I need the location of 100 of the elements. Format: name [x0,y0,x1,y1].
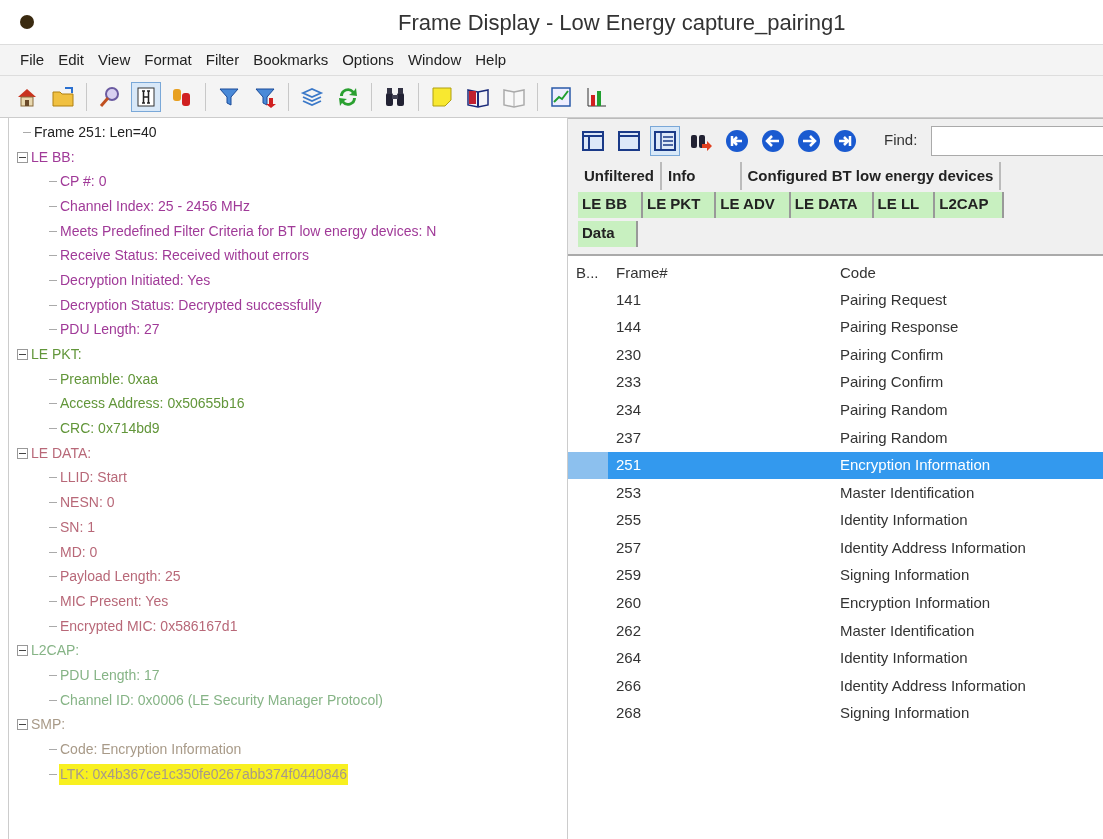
menu-item[interactable]: Filter [205,48,240,72]
protocol-tab[interactable]: LE PKT [643,191,717,218]
filter-tab[interactable]: Configured BT low energy devices [741,162,1002,190]
table-row[interactable]: 262 Master Identification [568,617,1103,645]
table-row[interactable]: 237 Pairing Random [568,423,1103,452]
tree-item[interactable]: LE BB: [30,146,76,168]
table-row[interactable]: 266 Identity Address Information [568,672,1103,700]
tree-item[interactable]: MIC Present: Yes [59,590,170,612]
table-cell-text: Master Identification [840,482,976,503]
collapse-icon[interactable] [17,645,28,657]
table-cell-text: Pairing Response [840,317,960,338]
table-row[interactable]: 144 Pairing Response [568,313,1103,342]
table-row[interactable]: 264 Identity Information [568,644,1103,673]
menu-item[interactable]: Options [342,48,394,72]
tree-item[interactable]: Preamble: 0xaa [59,368,160,390]
menu-item[interactable]: Format [144,48,192,72]
table-cell-text: 259 [615,565,643,586]
table-row[interactable]: 255 Identity Information [568,506,1103,535]
tree-item[interactable]: Access Address: 0x50655b16 [59,393,246,415]
table-cell-text: 144 [615,317,643,338]
tree-item[interactable]: Meets Predefined Filter Criteria for BT low energy devices: N [59,220,438,242]
menu-item[interactable]: File [20,48,45,72]
table-row[interactable]: 234 Pairing Random [568,396,1103,424]
menu-item[interactable]: Edit [58,48,85,72]
collapse-icon[interactable] [17,151,28,163]
table-cell-text: 268 [615,703,643,724]
table-cell-text: Encryption Information [840,455,992,476]
table-cell-text: Signing Information [840,565,971,586]
table-cell-text: Signing Information [840,703,971,724]
tree-item[interactable]: Receive Status: Received without errors [59,245,310,267]
menu-item[interactable]: Bookmarks [253,48,329,72]
table-cell-text: 257 [615,537,643,558]
protocol-tab[interactable]: Data [578,220,638,247]
find-field[interactable] [931,125,1103,156]
filter-tab[interactable]: Unfiltered [578,162,662,190]
table-row[interactable]: 230 Pairing Confirm [568,341,1103,369]
column-header[interactable]: Code [840,261,1103,285]
menu-item[interactable]: Help [475,48,507,72]
collapse-icon[interactable] [17,447,28,459]
tree-item[interactable]: Decryption Status: Decrypted successfully [59,294,323,316]
menu-item[interactable]: View [98,48,131,72]
collapse-icon[interactable] [17,719,28,731]
table-cell-text: Identity Address Information [840,537,1027,558]
tree-item[interactable]: Payload Length: 25 [59,566,182,588]
table-cell-text: 264 [615,648,643,669]
table-cell-text: 230 [615,344,643,365]
table-row[interactable]: 260 Encryption Information [568,589,1103,618]
column-header[interactable]: Frame# [608,261,840,285]
collapse-icon[interactable] [17,349,28,361]
table-row[interactable]: 259 Signing Information [568,561,1103,590]
table-cell-text: 255 [615,510,643,531]
tree-item[interactable]: LE DATA: [30,442,93,464]
menu-item[interactable]: Window [407,48,462,72]
table-cell-text: 233 [615,372,643,393]
table-row[interactable]: 257 Identity Address Information [568,534,1103,562]
table-cell-text: Identity Information [840,648,969,669]
table-cell-text: Pairing Confirm [840,344,945,365]
column-header[interactable]: B... [568,261,608,285]
table-cell-text: 234 [615,399,643,420]
protocol-tab[interactable]: LE DATA [790,191,874,218]
tree-item[interactable]: LLID: Start [59,467,128,489]
table-cell-text: 253 [615,482,643,503]
letter-h-icon[interactable] [131,81,161,112]
table-cell-text: Encryption Information [840,593,992,614]
tree-item[interactable]: NESN: 0 [59,492,116,514]
tree-item[interactable]: Frame 251: Len=40 [33,121,158,143]
table-cell-text: Identity Address Information [840,675,1027,696]
tree-item[interactable]: LE PKT: [30,344,83,366]
tree-item[interactable]: Encrypted MIC: 0x586167d1 [59,615,239,637]
table-cell-text: 260 [615,593,643,614]
protocol-tab[interactable]: LE ADV [716,191,791,218]
table-cell-text: Pairing Request [840,289,948,310]
table-cell-text: Master Identification [840,620,976,641]
table-row[interactable]: 268 Signing Information [568,699,1103,728]
filter-tab[interactable]: Info [662,162,742,190]
tree-item[interactable]: Decryption Initiated: Yes [59,269,212,291]
table-row[interactable]: 233 Pairing Confirm [568,368,1103,397]
table-cell-text: 141 [615,289,643,310]
table-row[interactable]: 141 Pairing Request [568,286,1103,314]
tree-item[interactable]: CP #: 0 [59,171,108,193]
table-cell-text: 237 [615,427,643,448]
protocol-tab[interactable]: LE LL [873,191,936,218]
tree-item[interactable]: Channel Index: 25 - 2456 MHz [59,195,251,217]
table-cell-text: Pairing Random [840,427,949,448]
tree-item[interactable]: CRC: 0x714bd9 [59,418,161,440]
tree-item[interactable]: PDU Length: 27 [59,319,161,341]
table-cell-text: Identity Information [840,510,969,531]
tree-item[interactable]: SN: 1 [59,516,96,538]
table-cell-text: 266 [615,675,643,696]
table-cell-text: Pairing Confirm [840,372,945,393]
table-cell-text: Pairing Random [840,399,949,420]
protocol-tab[interactable]: L2CAP [935,191,1005,218]
find-label: Find: [884,130,918,151]
app-icon [20,15,34,29]
protocol-tab[interactable]: LE BB [578,191,643,218]
tree-item[interactable]: MD: 0 [59,541,99,563]
list-layout-icon[interactable] [650,125,680,156]
table-row[interactable]: 253 Master Identification [568,479,1103,507]
table-cell-text: 251 [615,455,643,476]
table-cell-text: 262 [615,620,643,641]
